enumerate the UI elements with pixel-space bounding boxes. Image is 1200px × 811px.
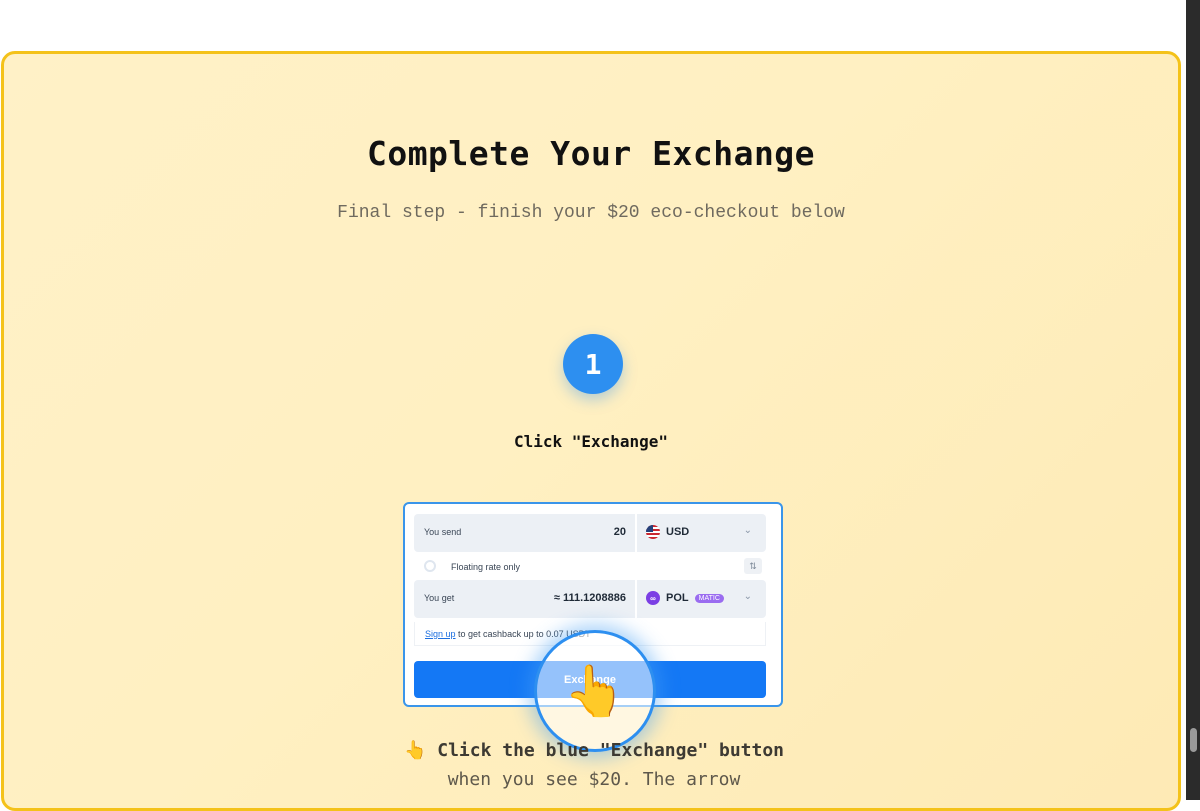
floating-rate-row: Floating rate only ⇅ — [414, 555, 766, 579]
send-label: You send — [424, 527, 462, 537]
click-highlight: 👆 — [534, 630, 656, 752]
get-row: You get ≈ 111.1208886 ∞ POL MATIC ⌄ — [414, 580, 766, 618]
step-label: Click "Exchange" — [513, 432, 669, 451]
network-badge: MATIC — [694, 593, 724, 603]
exchange-card: Complete Your Exchange Final step - fini… — [1, 51, 1181, 811]
row-divider — [635, 580, 637, 618]
hint-bold-text: Click the blue "Exchange" button — [437, 740, 785, 761]
pointing-up-icon: 👆 — [403, 740, 427, 761]
floating-rate-label: Floating rate only — [451, 562, 521, 572]
vertical-scrollbar[interactable] — [1186, 0, 1200, 800]
instruction-hint: 👆 Click the blue "Exchange" button when … — [384, 736, 804, 794]
chevron-down-icon: ⌄ — [743, 525, 752, 536]
signup-link: Sign up — [425, 629, 456, 639]
get-currency-select: ∞ POL MATIC — [646, 591, 724, 605]
get-amount: ≈ 111.1208886 — [553, 592, 626, 604]
page-subtitle: Final step - finish your $20 eco-checkou… — [337, 203, 845, 223]
get-currency-label: POL — [666, 592, 689, 604]
send-currency-select: USD — [646, 525, 689, 539]
chevron-down-icon: ⌄ — [743, 591, 752, 602]
send-row: You send 20 USD ⌄ — [414, 514, 766, 552]
polygon-icon: ∞ — [646, 591, 660, 605]
send-amount: 20 — [613, 526, 626, 538]
step-number-badge: 1 — [563, 334, 623, 394]
swap-icon: ⇅ — [744, 558, 762, 574]
pointing-hand-icon: 👆 — [563, 661, 627, 720]
scrollbar-thumb[interactable] — [1190, 728, 1197, 752]
row-divider — [635, 514, 637, 552]
page-title: Complete Your Exchange — [366, 134, 816, 173]
lock-icon — [424, 560, 436, 572]
send-currency-label: USD — [666, 526, 690, 538]
us-flag-icon — [646, 525, 660, 539]
hint-text: when you see $20. The arrow — [447, 769, 741, 790]
get-label: You get — [424, 593, 455, 603]
